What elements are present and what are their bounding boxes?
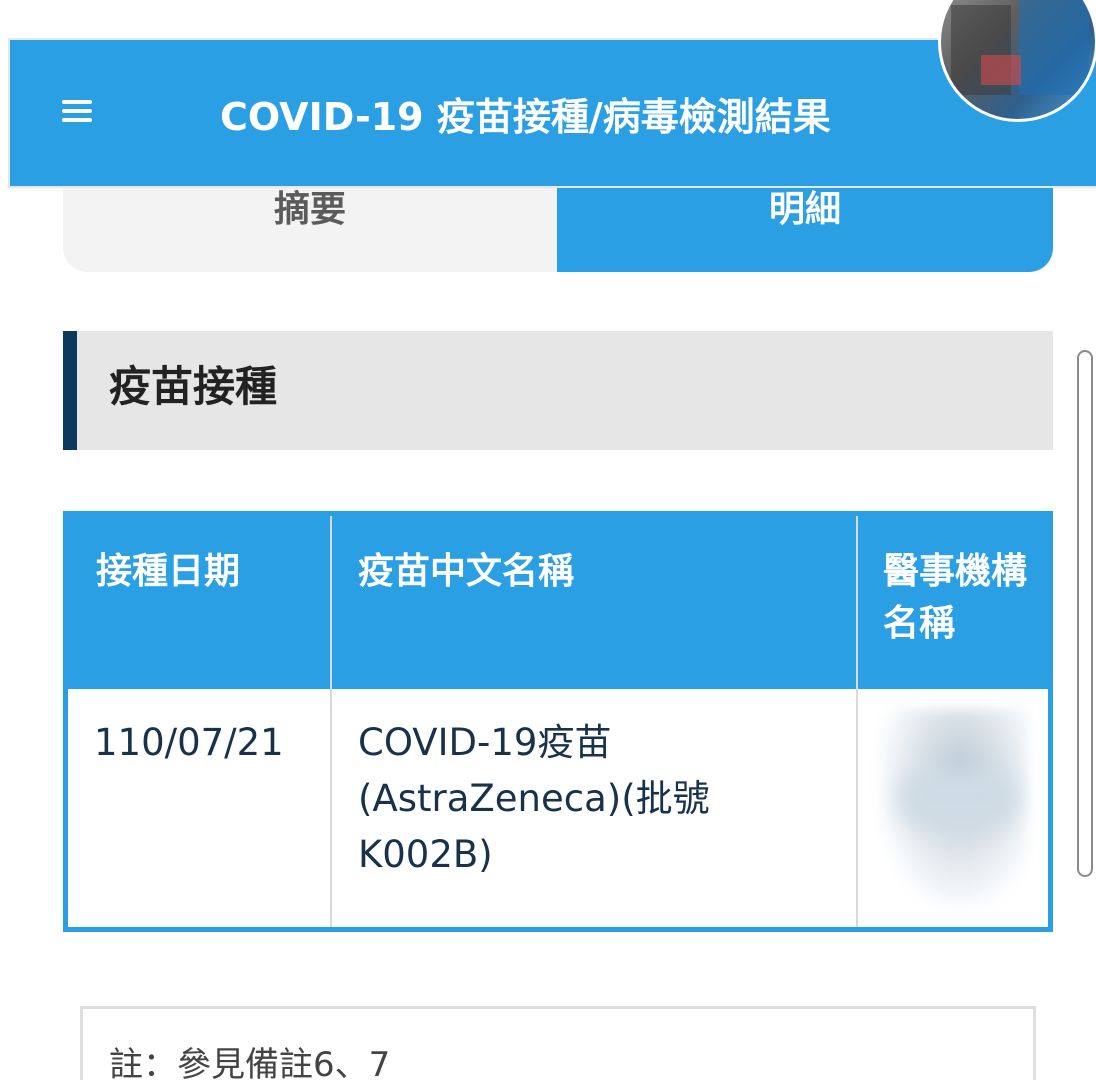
scrollbar[interactable] xyxy=(1077,350,1093,877)
page-title: COVID-19 疫苗接種/病毒檢測結果 xyxy=(220,95,831,139)
header-vaccine-name: 疫苗中文名稱 xyxy=(358,551,575,592)
page: 摘要 明細 COVID-19 疫苗接種/病毒檢測結果 疫苗接種 接種日期 疫苗中… xyxy=(0,0,1096,1080)
cell-date: 110/07/21 xyxy=(94,721,284,764)
hamburger-menu-icon[interactable] xyxy=(58,94,98,128)
note-text: 註：參見備註6、7 xyxy=(109,1045,391,1080)
cell-institution-redacted xyxy=(858,689,1048,927)
section-header: 疫苗接種 xyxy=(63,331,1053,450)
redaction-blur xyxy=(898,769,1018,829)
header-institution: 醫事機構名稱 xyxy=(883,551,1028,644)
table-header: 接種日期 疫苗中文名稱 醫事機構名稱 xyxy=(68,516,1048,689)
column-divider xyxy=(330,516,332,927)
vaccination-table: 接種日期 疫苗中文名稱 醫事機構名稱 110/07/21 COVID-19疫苗(… xyxy=(63,511,1053,932)
header-date: 接種日期 xyxy=(96,551,241,592)
cell-vaccine-name: COVID-19疫苗(AstraZeneca)(批號K002B) xyxy=(358,721,710,876)
section-title: 疫苗接種 xyxy=(109,362,278,411)
app-bar: COVID-19 疫苗接種/病毒檢測結果 xyxy=(10,40,1096,186)
note-box: 註：參見備註6、7 xyxy=(80,1006,1036,1080)
